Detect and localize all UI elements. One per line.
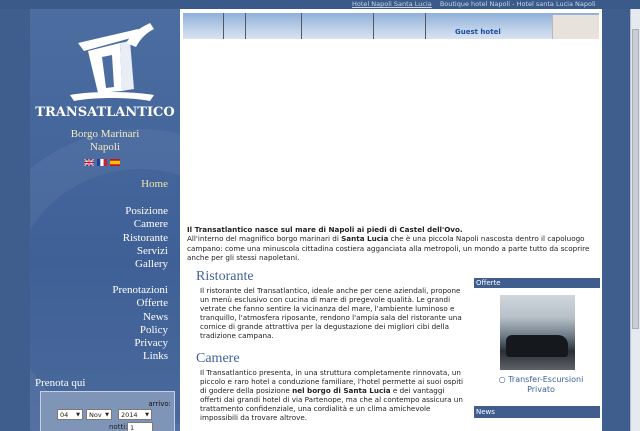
intro-body-bold: Santa Lucia — [341, 234, 389, 244]
offer-photo[interactable] — [500, 295, 575, 370]
nav-home-group: Home — [141, 178, 168, 191]
nav-item-servizi[interactable]: Servizi — [123, 245, 168, 258]
offer-link[interactable]: ○ Transfer-Escursioni Privato — [486, 375, 596, 394]
banner-building — [552, 15, 599, 39]
chevron-down-icon: ▼ — [145, 412, 149, 418]
arrival-year-value: 2014 — [121, 411, 138, 419]
top-link-boutique[interactable]: Boutique hotel Napoli - Hotel santa Luci… — [440, 0, 596, 8]
chevron-down-icon: ▼ — [76, 412, 80, 418]
intro-text: Il Transatlantico nasce sul mare di Napo… — [187, 225, 597, 263]
brand-location: Borgo Marinari Napoli — [30, 128, 180, 154]
nav-item-prenotazioni[interactable]: Prenotazioni — [112, 284, 168, 297]
intro-body-start: All'interno del magnifico borgo marinari… — [187, 234, 342, 244]
arrival-month-select[interactable]: Nov ▼ — [86, 409, 112, 420]
nav-item-posizione[interactable]: Posizione — [123, 205, 168, 218]
top-link-hotel-napoli[interactable]: Hotel Napoli Santa Lucia — [352, 0, 432, 8]
arrival-day-value: 04 — [60, 411, 69, 419]
banner-sign: Guest hotel — [455, 28, 501, 36]
chevron-down-icon: ▼ — [105, 412, 109, 418]
nav-item-offerte[interactable]: Offerte — [112, 297, 168, 310]
nav-item-news[interactable]: News — [112, 311, 168, 324]
spanish-flag-icon[interactable] — [110, 159, 120, 166]
ristorante-heading[interactable]: Ristorante — [196, 269, 254, 285]
english-flag-icon[interactable] — [84, 159, 94, 166]
bullet-icon: ○ — [498, 375, 506, 384]
brand-name: TRANSATLANTICO — [35, 105, 175, 120]
offerte-header: Offerte — [474, 278, 600, 288]
arrival-day-select[interactable]: 04 ▼ — [57, 409, 83, 420]
booking-title: Prenota qui — [35, 377, 86, 389]
mast-decoration — [223, 13, 224, 39]
main-content: Guest hotel Il Transatlantico nasce sul … — [180, 9, 602, 431]
arrival-month-value: Nov — [89, 411, 102, 419]
intro-body: All'interno del magnifico borgo marinari… — [187, 234, 597, 262]
nav-item-policy[interactable]: Policy — [112, 324, 168, 337]
top-links: Hotel Napoli Santa Lucia Boutique hotel … — [352, 0, 602, 9]
nav-item-ristorante[interactable]: Ristorante — [123, 232, 168, 245]
arrival-label: arrivo: — [148, 400, 171, 408]
booking-form: arrivo: 04 ▼ Nov ▼ 2014 ▼ notti: 1 — [40, 391, 175, 431]
mast-decoration — [301, 13, 302, 39]
intro-headline: Il Transatlantico nasce sul mare di Napo… — [187, 225, 597, 234]
nav-item-privacy[interactable]: Privacy — [112, 337, 168, 350]
nav-main-group: Posizione Camere Ristorante Servizi Gall… — [123, 205, 168, 271]
sidebar: TRANSATLANTICO Borgo Marinari Napoli Hom… — [30, 9, 180, 431]
nav-info-group: Prenotazioni Offerte News Policy Privacy… — [112, 284, 168, 364]
ristorante-text: Il ristorante del Transatlantico, ideale… — [200, 286, 462, 341]
mast-decoration — [373, 13, 374, 39]
car-image — [506, 335, 568, 357]
scrollbar-thumb[interactable] — [632, 29, 639, 329]
brand-location-line2: Napoli — [90, 141, 120, 153]
arrival-year-select[interactable]: 2014 ▼ — [118, 409, 152, 420]
nav-item-gallery[interactable]: Gallery — [123, 258, 168, 271]
language-flags — [84, 159, 120, 166]
nav-item-links[interactable]: Links — [112, 350, 168, 363]
nights-input[interactable]: 1 — [127, 422, 153, 431]
top-bar: Hotel Napoli Santa Lucia Boutique hotel … — [0, 0, 640, 9]
intro-headline-text: Il Transatlantico nasce sul mare di Napo… — [187, 225, 463, 234]
camere-text-bold: nel borgo di Santa Lucia — [292, 386, 391, 396]
mast-decoration — [245, 13, 246, 39]
camere-heading[interactable]: Camere — [196, 351, 240, 367]
offer-link-text[interactable]: Transfer-Escursioni Privato — [508, 375, 583, 394]
nights-label: notti: — [109, 423, 128, 431]
nav-item-camere[interactable]: Camere — [123, 218, 168, 231]
vertical-scrollbar[interactable] — [630, 9, 640, 431]
brand-location-line1: Borgo Marinari — [70, 128, 140, 140]
banner-image: Guest hotel — [183, 13, 599, 39]
french-flag-icon[interactable] — [97, 159, 107, 166]
news-header: News — [474, 406, 600, 418]
nav-item-home[interactable]: Home — [141, 178, 168, 191]
mast-decoration — [425, 13, 426, 39]
camere-text: Il Transatlantico presenta, in una strut… — [200, 368, 468, 423]
